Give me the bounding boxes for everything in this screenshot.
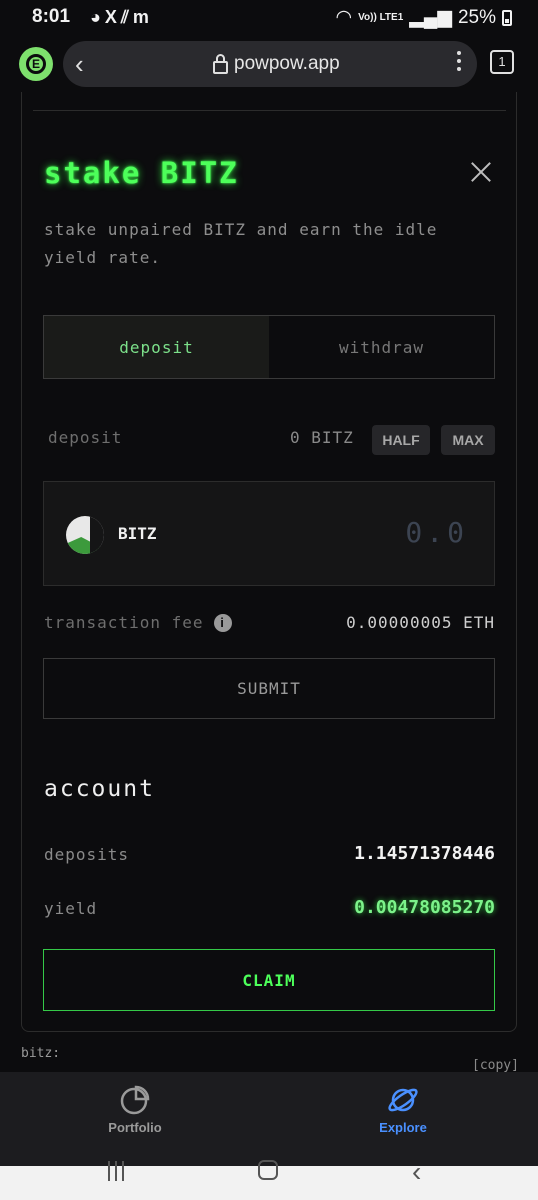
pixel-icon: ⫽	[120, 7, 133, 27]
tab-count-button[interactable]: 1	[490, 50, 514, 74]
submit-button[interactable]: SUBMIT	[43, 658, 495, 719]
claim-button[interactable]: CLAIM	[43, 949, 495, 1011]
deposit-label: deposit	[48, 428, 123, 447]
network-label: Vo)) LTE1	[358, 11, 404, 23]
amount-input-box[interactable]: BITZ 0.0	[43, 481, 495, 586]
fee-row: transaction fee i	[44, 613, 232, 632]
info-icon[interactable]: i	[213, 613, 232, 632]
copy-button[interactable]: [copy]	[472, 1058, 519, 1073]
status-right: ◠ Vo)) LTE1 ▂▄▆ 25%	[335, 6, 512, 29]
notification-icons: ◕X⫽m	[90, 7, 153, 28]
x-icon: X	[104, 7, 121, 27]
page-title: stake BITZ	[44, 156, 239, 190]
menu-icon[interactable]	[457, 51, 461, 75]
battery-icon	[502, 9, 512, 26]
nav-portfolio[interactable]: Portfolio	[65, 1080, 205, 1135]
back-icon[interactable]: ‹	[75, 49, 84, 80]
deposits-value: 1.14571378446	[354, 843, 495, 864]
divider	[33, 110, 506, 111]
status-bar: 8:01 ◕X⫽m ◠ Vo)) LTE1 ▂▄▆ 25%	[0, 0, 538, 36]
max-button[interactable]: MAX	[441, 425, 495, 455]
system-nav-bar: ‹	[0, 1156, 538, 1200]
nav-explore[interactable]: Explore	[333, 1080, 473, 1135]
status-time: 8:01	[32, 6, 71, 27]
amount-input[interactable]: 0.0	[405, 516, 468, 549]
deposit-withdraw-toggle: deposit withdraw	[43, 315, 495, 379]
stake-description: stake unpaired BITZ and earn the idle yi…	[44, 220, 438, 267]
wifi-icon: ◠	[335, 7, 353, 28]
bottom-nav: Portfolio Explore	[0, 1072, 538, 1166]
token-name: BITZ	[118, 524, 157, 543]
fee-label: transaction fee	[44, 613, 204, 632]
nav-portfolio-label: Portfolio	[108, 1120, 162, 1135]
m-icon: m	[132, 7, 153, 27]
account-title: account	[44, 776, 155, 802]
browser-bar: E ‹ powpow.app 1	[0, 38, 538, 90]
tab-deposit[interactable]: deposit	[44, 316, 269, 378]
yield-label: yield	[44, 899, 98, 918]
battery-percent: 25%	[457, 6, 496, 28]
yield-value: 0.00478085270	[354, 897, 495, 918]
system-back-icon[interactable]: ‹	[412, 1156, 421, 1188]
half-button[interactable]: HALF	[372, 425, 430, 455]
deposit-balance: 0 BITZ	[290, 428, 354, 447]
recent-apps-icon[interactable]	[108, 1161, 124, 1181]
bitz-address-label: bitz:	[21, 1046, 61, 1061]
app-logo-icon[interactable]: E	[19, 47, 53, 81]
deposits-label: deposits	[44, 845, 130, 864]
bitz-token-icon	[66, 516, 104, 554]
discord-icon: ◕	[90, 7, 105, 27]
planet-icon	[388, 1088, 418, 1112]
lock-icon	[213, 53, 228, 74]
signal-icon: ▂▄▆	[409, 7, 452, 28]
address-bar[interactable]: ‹ powpow.app	[63, 41, 477, 87]
url-text: powpow.app	[234, 53, 340, 74]
home-icon[interactable]	[258, 1160, 278, 1180]
close-icon[interactable]	[470, 161, 492, 183]
nav-explore-label: Explore	[379, 1120, 427, 1135]
tab-withdraw[interactable]: withdraw	[269, 316, 494, 378]
fee-value: 0.00000005 ETH	[346, 613, 495, 632]
url-display[interactable]: powpow.app	[213, 53, 340, 75]
pie-chart-icon	[120, 1085, 150, 1115]
